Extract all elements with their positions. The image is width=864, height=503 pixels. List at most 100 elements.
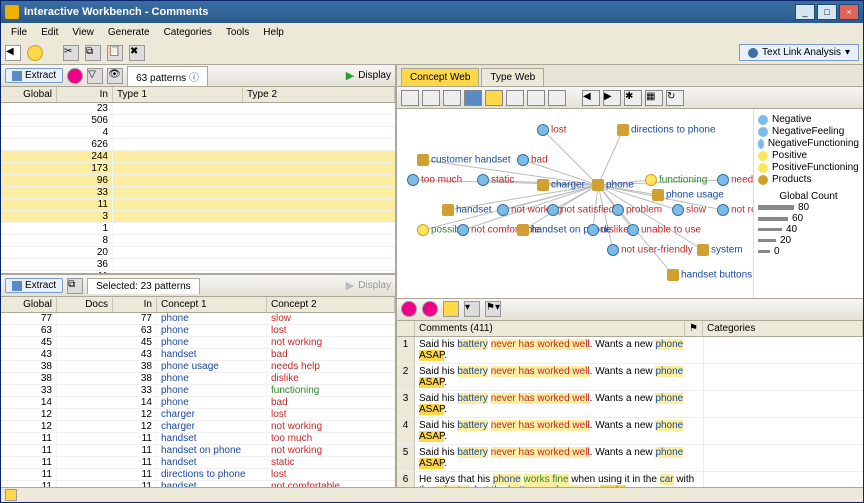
- tool3-icon[interactable]: [506, 90, 524, 106]
- graph-node[interactable]: charger: [537, 179, 585, 191]
- cut-icon[interactable]: ✂: [63, 45, 79, 61]
- doc-icon2[interactable]: [422, 301, 438, 317]
- table-row[interactable]: 96: [1, 175, 395, 187]
- doc-icon3[interactable]: [443, 301, 459, 317]
- table-row[interactable]: 4545phonenot working: [1, 337, 395, 349]
- graph-node[interactable]: directions to phone: [617, 124, 716, 136]
- graph-icon[interactable]: ✱: [624, 90, 642, 106]
- table-row[interactable]: 173: [1, 163, 395, 175]
- grid-icon[interactable]: ▦: [645, 90, 663, 106]
- doc-row[interactable]: 6He says that his phone works fine when …: [397, 472, 863, 488]
- flag-icon[interactable]: ⚑▾: [485, 301, 501, 317]
- table-row[interactable]: 11: [1, 199, 395, 211]
- patterns-filter[interactable]: 63 patterns ⓘ: [127, 66, 208, 86]
- filter-icon[interactable]: [67, 68, 83, 84]
- graph-node[interactable]: lost: [537, 124, 567, 136]
- maximize-button[interactable]: □: [817, 4, 837, 20]
- bottom-table-body[interactable]: 7777phoneslow6363phonelost4545phonenot w…: [1, 313, 395, 487]
- top-table-body[interactable]: 23506462624417396331131820361111132214: [1, 103, 395, 273]
- zoom-icon[interactable]: [527, 90, 545, 106]
- graph-node[interactable]: bad: [517, 154, 548, 166]
- doc-row[interactable]: 5Said his battery never has worked well.…: [397, 445, 863, 472]
- copy-icon[interactable]: ⧉: [67, 278, 83, 294]
- nav-left-icon[interactable]: ◀: [582, 90, 600, 106]
- extract-button[interactable]: Extract: [5, 68, 63, 83]
- back-icon[interactable]: ◀: [5, 45, 21, 61]
- copy-icon[interactable]: ⧉: [85, 45, 101, 61]
- graph-node[interactable]: handset: [442, 204, 492, 216]
- print-icon[interactable]: [443, 90, 461, 106]
- concept-web-canvas[interactable]: lost directions to phone customer handset b…: [397, 109, 753, 298]
- graph-node[interactable]: phone: [592, 179, 634, 191]
- table-row[interactable]: 8: [1, 235, 395, 247]
- graph-node[interactable]: functioning: [645, 174, 707, 186]
- menu-generate[interactable]: Generate: [102, 26, 156, 39]
- refresh-icon[interactable]: ↻: [666, 90, 684, 106]
- table-row[interactable]: 1111handsettoo much: [1, 433, 395, 445]
- nav-right-icon[interactable]: ▶: [603, 90, 621, 106]
- tab-type-web[interactable]: Type Web: [481, 68, 544, 86]
- table-row[interactable]: 33: [1, 187, 395, 199]
- funnel-icon[interactable]: ▽: [87, 68, 103, 84]
- table-row[interactable]: 1111handsetstatic: [1, 457, 395, 469]
- graph-node[interactable]: handset buttons: [667, 269, 752, 281]
- doc-row[interactable]: 3Said his battery never has worked well.…: [397, 391, 863, 418]
- graph-node[interactable]: not user-friendly: [607, 244, 693, 256]
- doc-row[interactable]: 1Said his battery never has worked well.…: [397, 337, 863, 364]
- paste-icon[interactable]: 📋: [107, 45, 123, 61]
- bulb-icon[interactable]: [27, 45, 43, 61]
- menu-view[interactable]: View: [66, 26, 100, 39]
- table-row[interactable]: 4343handsetbad: [1, 349, 395, 361]
- menu-categories[interactable]: Categories: [158, 26, 218, 39]
- graph-node[interactable]: too much: [407, 174, 462, 186]
- table-row[interactable]: 7777phoneslow: [1, 313, 395, 325]
- menu-edit[interactable]: Edit: [35, 26, 64, 39]
- tool1-icon[interactable]: [464, 90, 482, 106]
- eye-icon[interactable]: 👁: [107, 68, 123, 84]
- table-row[interactable]: 11: [1, 271, 395, 273]
- table-row[interactable]: 20: [1, 247, 395, 259]
- layout-icon[interactable]: [548, 90, 566, 106]
- close-button[interactable]: ×: [839, 4, 859, 20]
- table-row[interactable]: 1111handset on phonenot working: [1, 445, 395, 457]
- extract-button-2[interactable]: Extract: [5, 278, 63, 293]
- graph-node[interactable]: not satisfied: [547, 204, 614, 216]
- analysis-dropdown[interactable]: Text Link Analysis ▾: [739, 44, 859, 61]
- save-icon[interactable]: [401, 90, 419, 106]
- table-row[interactable]: 1111directions to phonelost: [1, 469, 395, 481]
- table-row[interactable]: 3: [1, 211, 395, 223]
- menu-help[interactable]: Help: [257, 26, 290, 39]
- table-row[interactable]: 506: [1, 115, 395, 127]
- tool2-icon[interactable]: [485, 90, 503, 106]
- table-row[interactable]: 3838phone usageneeds help: [1, 361, 395, 373]
- tab-concept-web[interactable]: Concept Web: [401, 68, 479, 86]
- graph-node[interactable]: unable to use: [627, 224, 701, 236]
- graph-node[interactable]: phone usage: [652, 189, 724, 201]
- table-row[interactable]: 36: [1, 259, 395, 271]
- table-row[interactable]: 6363phonelost: [1, 325, 395, 337]
- selected-filter[interactable]: Selected: 23 patterns: [87, 278, 200, 294]
- graph-node[interactable]: customer handset: [417, 154, 511, 166]
- table-row[interactable]: 3838phonedislike: [1, 373, 395, 385]
- table-row[interactable]: 3333phonefunctioning: [1, 385, 395, 397]
- table-row[interactable]: 23: [1, 103, 395, 115]
- table-row[interactable]: 1212chargerlost: [1, 409, 395, 421]
- graph-node[interactable]: problem: [612, 204, 662, 216]
- doc-icon4[interactable]: ▾: [464, 301, 480, 317]
- table-row[interactable]: 626: [1, 139, 395, 151]
- table-row[interactable]: 1414phonebad: [1, 397, 395, 409]
- menu-tools[interactable]: Tools: [220, 26, 255, 39]
- table-row[interactable]: 4: [1, 127, 395, 139]
- menu-file[interactable]: File: [5, 26, 33, 39]
- graph-node[interactable]: needs help: [717, 174, 753, 186]
- graph-node[interactable]: not reliable: [717, 204, 753, 216]
- copy-icon[interactable]: [422, 90, 440, 106]
- minimize-button[interactable]: _: [795, 4, 815, 20]
- docs-body[interactable]: 1Said his battery never has worked well.…: [397, 337, 863, 488]
- table-row[interactable]: 244: [1, 151, 395, 163]
- display-button[interactable]: Display: [358, 70, 391, 81]
- graph-node[interactable]: slow: [672, 204, 706, 216]
- table-row[interactable]: 1: [1, 223, 395, 235]
- graph-node[interactable]: dislike: [587, 224, 629, 236]
- doc-row[interactable]: 4Said his battery never has worked well.…: [397, 418, 863, 445]
